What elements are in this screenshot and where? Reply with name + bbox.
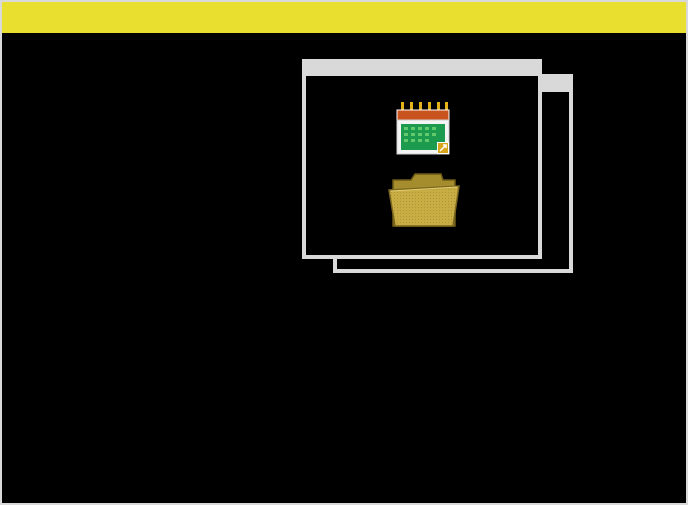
calendar-icon-graphic <box>396 102 450 155</box>
desktop-screen <box>2 2 686 503</box>
folder-icon[interactable] <box>385 168 463 230</box>
folder-icon-graphic <box>388 173 460 227</box>
front-window-titlebar[interactable] <box>306 59 538 76</box>
calendar-icon[interactable] <box>395 102 453 158</box>
top-bar <box>2 2 686 33</box>
